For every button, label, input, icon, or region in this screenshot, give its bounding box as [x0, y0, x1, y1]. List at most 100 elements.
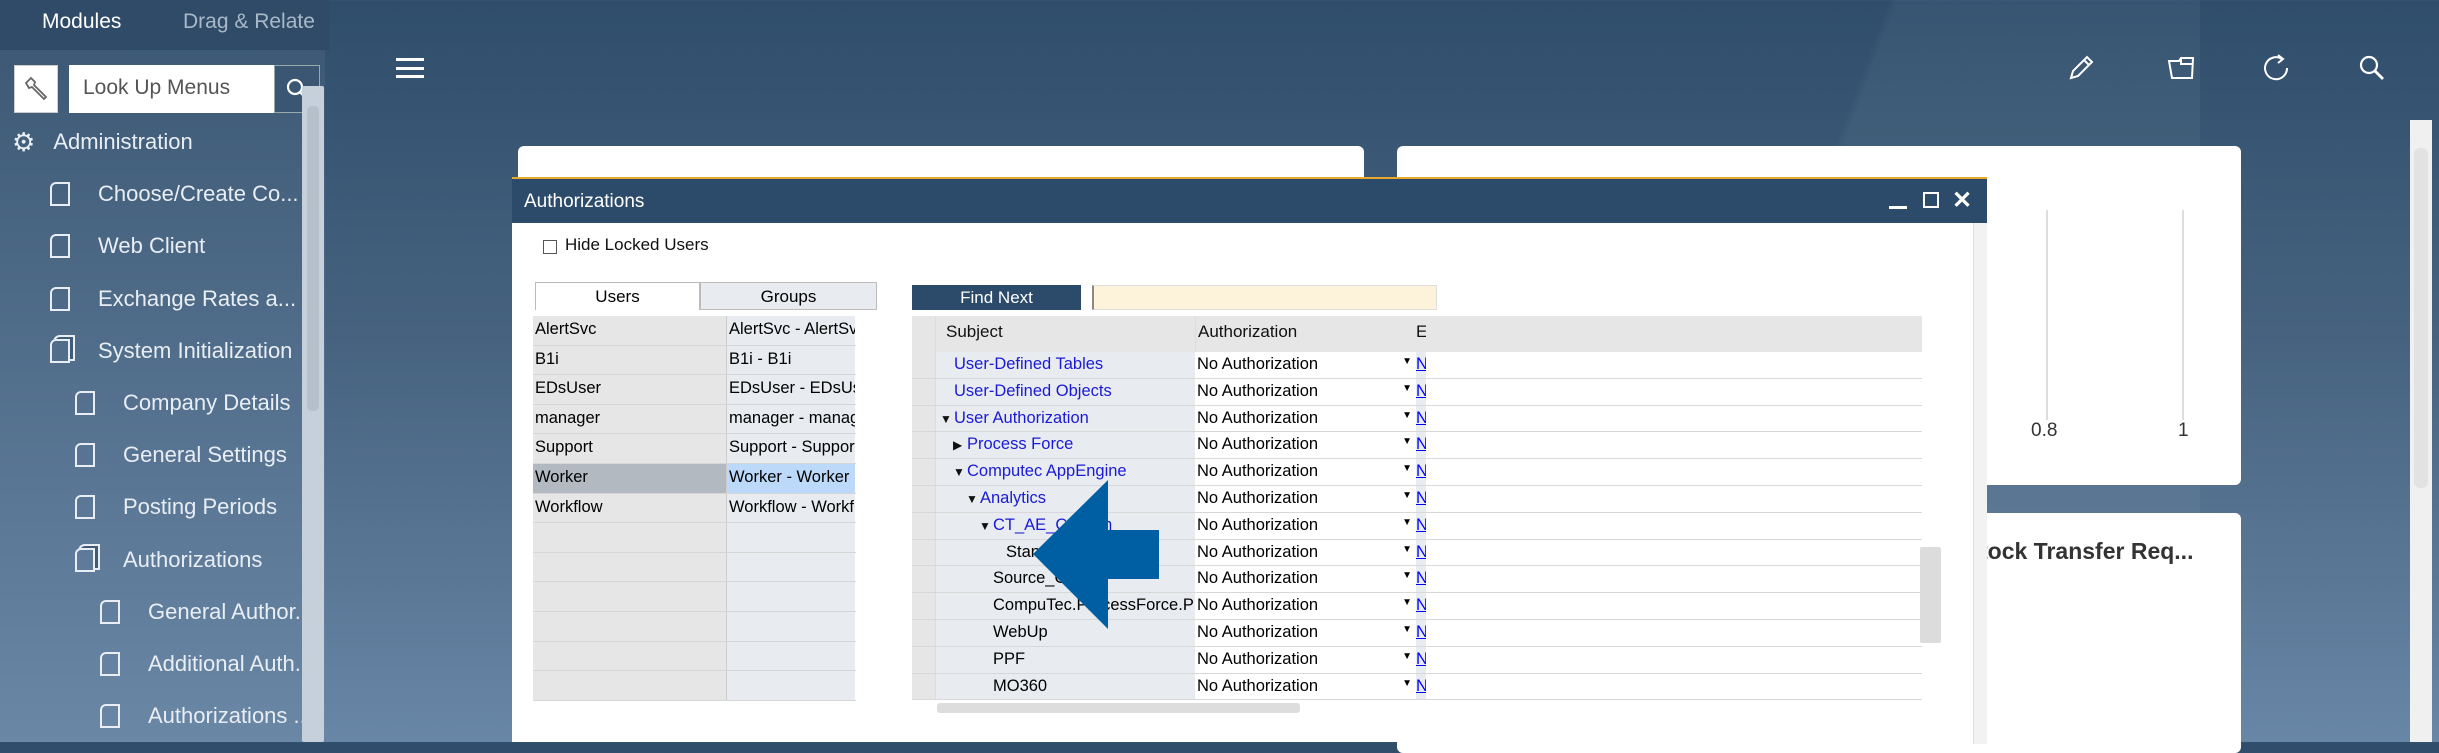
row-header[interactable]: [912, 646, 936, 673]
dropdown-arrow-icon[interactable]: ▼: [1402, 356, 1412, 367]
subject-cell[interactable]: ▼ Computec AppEngine: [936, 459, 1195, 485]
dropdown-arrow-icon[interactable]: ▼: [1402, 597, 1412, 608]
user-row[interactable]: [533, 611, 856, 642]
grid-row[interactable]: WebUp No Authorization ▼ N: [912, 619, 1922, 647]
sidebar-item[interactable]: Exchange Rates a...: [50, 279, 296, 319]
authorization-dropdown[interactable]: No Authorization ▼: [1195, 512, 1416, 539]
find-input[interactable]: [1092, 285, 1437, 310]
dialog-scrollbar[interactable]: [1973, 223, 1987, 744]
e-link[interactable]: N: [1416, 459, 1426, 485]
sidebar-item[interactable]: General Author...: [100, 592, 313, 632]
menu-icon[interactable]: [396, 58, 424, 78]
dropdown-arrow-icon[interactable]: ▼: [1402, 624, 1412, 635]
dropdown-arrow-icon[interactable]: ▼: [1402, 517, 1412, 528]
row-header[interactable]: [912, 378, 936, 405]
user-row[interactable]: [533, 641, 856, 672]
subject-cell[interactable]: ▶ Process Force: [936, 432, 1195, 459]
grid-row[interactable]: User-Defined Tables No Authorization ▼ N: [912, 352, 1922, 379]
sidebar-item[interactable]: ⚙ Administration: [12, 122, 193, 162]
row-header[interactable]: [912, 432, 936, 459]
authorization-dropdown[interactable]: No Authorization ▼: [1195, 378, 1416, 405]
authorization-dropdown[interactable]: No Authorization ▼: [1195, 405, 1416, 432]
find-next-button[interactable]: Find Next: [912, 285, 1081, 310]
subject-cell[interactable]: User-Defined Objects: [936, 378, 1195, 405]
e-link[interactable]: N: [1416, 593, 1426, 619]
column-header-subject[interactable]: Subject: [936, 316, 1195, 352]
e-link[interactable]: N: [1416, 352, 1426, 378]
authorization-dropdown[interactable]: No Authorization ▼: [1195, 673, 1416, 700]
user-row[interactable]: [533, 523, 856, 553]
dropdown-arrow-icon[interactable]: ▼: [1402, 544, 1412, 555]
grid-row[interactable]: CompuTec.ProcessForce.PluginNo Authoriza…: [912, 593, 1922, 620]
tab-drag-relate[interactable]: Drag & Relate: [183, 10, 315, 34]
e-link[interactable]: N: [1416, 619, 1426, 646]
authorization-dropdown[interactable]: No Authorization ▼: [1195, 619, 1416, 646]
user-row[interactable]: Worker Worker - Worker: [533, 463, 856, 494]
dropdown-arrow-icon[interactable]: ▼: [1402, 463, 1412, 474]
expand-down-icon[interactable]: ▼: [953, 465, 967, 479]
subject-cell[interactable]: ▼ User Authorization: [936, 405, 1195, 432]
sidebar-scroll-thumb[interactable]: [307, 106, 319, 411]
row-header[interactable]: [912, 619, 936, 646]
maximize-button[interactable]: [1918, 187, 1944, 213]
row-header[interactable]: [912, 405, 936, 432]
sidebar-item[interactable]: Choose/Create Co...: [50, 174, 299, 214]
sidebar-item[interactable]: Authorizations ...: [100, 696, 312, 736]
row-header[interactable]: [912, 566, 936, 593]
authorization-dropdown[interactable]: No Authorization ▼: [1195, 459, 1416, 485]
expand-down-icon[interactable]: ▼: [966, 492, 980, 506]
search-icon[interactable]: [2356, 52, 2388, 84]
grid-row[interactable]: User-Defined Objects No Authorization ▼ N: [912, 378, 1922, 406]
grid-row[interactable]: MO360 No Authorization ▼ N: [912, 673, 1922, 701]
tab-users[interactable]: Users: [535, 282, 700, 310]
tab-groups[interactable]: Groups: [700, 282, 877, 310]
authorization-dropdown[interactable]: No Authorization ▼: [1195, 352, 1416, 378]
column-header-e[interactable]: E: [1416, 316, 1426, 352]
expand-right-icon[interactable]: ▶: [953, 438, 967, 452]
user-row[interactable]: EDsUserEDsUser - EDsUser: [533, 375, 856, 405]
user-row[interactable]: [533, 552, 856, 583]
sidebar-item[interactable]: General Settings: [75, 435, 287, 475]
row-header[interactable]: [912, 352, 936, 378]
subject-cell[interactable]: ▼ Analytics: [936, 485, 1195, 512]
sidebar-item[interactable]: Authorizations: [75, 540, 262, 580]
authorization-dropdown[interactable]: No Authorization ▼: [1195, 539, 1416, 566]
dropdown-arrow-icon[interactable]: ▼: [1402, 436, 1412, 447]
row-header[interactable]: [912, 485, 936, 512]
dropdown-arrow-icon[interactable]: ▼: [1402, 651, 1412, 662]
e-link[interactable]: N: [1416, 485, 1426, 512]
expand-down-icon[interactable]: ▼: [979, 519, 993, 533]
column-header-authorization[interactable]: Authorization: [1195, 316, 1416, 352]
hide-locked-users-label[interactable]: Hide Locked Users: [565, 235, 709, 255]
grid-horizontal-scrollbar[interactable]: [937, 703, 1300, 713]
e-link[interactable]: N: [1416, 432, 1426, 459]
e-link[interactable]: N: [1416, 405, 1426, 432]
user-row[interactable]: AlertSvc AlertSvc - AlertSvc: [533, 316, 856, 346]
e-link[interactable]: N: [1416, 566, 1426, 593]
look-up-menus-input[interactable]: Look Up Menus: [69, 65, 274, 113]
subject-cell[interactable]: WebUp: [936, 619, 1195, 646]
grid-row[interactable]: ▼ User Authorization No Authorization ▼ N: [912, 405, 1922, 433]
expand-down-icon[interactable]: ▼: [940, 412, 954, 426]
dropdown-arrow-icon[interactable]: ▼: [1402, 410, 1412, 421]
minimize-button[interactable]: [1885, 187, 1911, 213]
row-header[interactable]: [912, 593, 936, 619]
subject-cell[interactable]: PPF: [936, 646, 1195, 673]
sidebar-item[interactable]: System Initialization: [50, 331, 292, 371]
user-row[interactable]: Support Support - Support: [533, 434, 856, 464]
row-header[interactable]: [912, 539, 936, 566]
user-row[interactable]: [533, 671, 856, 701]
folder-open-icon[interactable]: [2165, 52, 2197, 84]
sidebar-item[interactable]: Company Details: [75, 383, 291, 423]
e-link[interactable]: N: [1416, 646, 1426, 673]
sidebar-item[interactable]: Additional Auth...: [100, 644, 313, 684]
authorization-dropdown[interactable]: No Authorization ▼: [1195, 485, 1416, 512]
row-header[interactable]: [912, 512, 936, 539]
row-header[interactable]: [912, 673, 936, 700]
e-link[interactable]: N: [1416, 539, 1426, 566]
dropdown-arrow-icon[interactable]: ▼: [1402, 678, 1412, 689]
sidebar-item[interactable]: Web Client: [50, 226, 205, 266]
authorization-dropdown[interactable]: No Authorization ▼: [1195, 646, 1416, 673]
wrench-button[interactable]: [14, 65, 58, 113]
dropdown-arrow-icon[interactable]: ▼: [1402, 490, 1412, 501]
